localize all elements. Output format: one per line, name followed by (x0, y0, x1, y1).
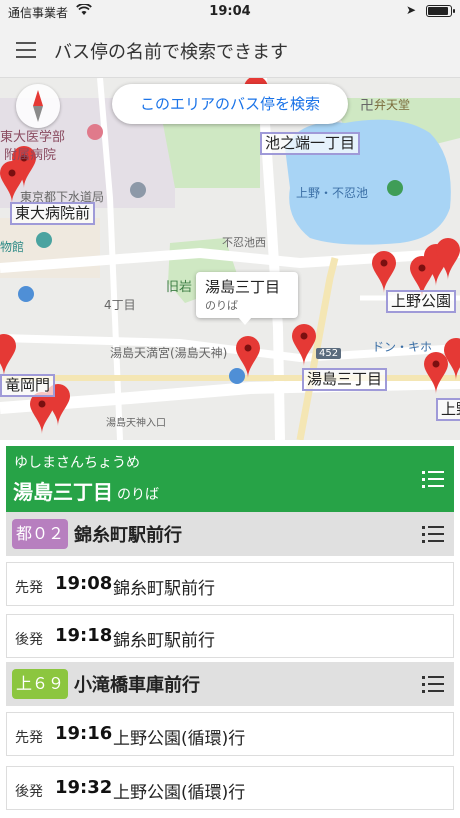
stop-label-ueno[interactable]: 上野 (436, 398, 460, 421)
poi-museum: 物館 (0, 240, 25, 254)
route-header-to02[interactable]: 都０２ 錦糸町駅前行 (6, 512, 454, 556)
stop-label-ikenohata[interactable]: 池之端一丁目 (260, 132, 361, 155)
departure-row[interactable]: 後発 19:32 上野公園(循環)行 (6, 766, 454, 810)
route-badge: 上６９ (12, 669, 68, 699)
departure-time: 19:08 (55, 573, 113, 594)
departure-destination: 錦糸町駅前行 (113, 631, 215, 651)
poi-donki: ドン・キホ (372, 340, 433, 354)
departure-time: 19:16 (55, 723, 113, 744)
departure-destination: 上野公園(循環)行 (113, 783, 246, 803)
stop-header: ゆしまさんちょうめ 湯島三丁目 のりば (6, 446, 454, 512)
stop-name-text: 湯島三丁目 (13, 480, 113, 504)
poi-shinobazu-pond: 上野・不忍池 (296, 186, 369, 200)
departure-time: 19:32 (55, 777, 113, 798)
poi-bentendo: 弁天堂 (374, 98, 411, 112)
stop-name-suffix: のりば (117, 487, 159, 503)
departure-label: 後発 (15, 632, 43, 648)
clock: 19:04 (209, 4, 251, 19)
stop-label-ueno-koen[interactable]: 上野公園 (386, 290, 457, 313)
stop-callout[interactable]: 湯島三丁目 のりば (196, 272, 298, 325)
route-shield-452: 452 (316, 348, 342, 359)
route-badge: 都０２ (12, 519, 68, 549)
map-background: 卍 (0, 78, 460, 440)
departure-label: 後発 (15, 784, 43, 800)
route-header-ue69[interactable]: 上６９ 小滝橋車庫前行 (6, 662, 454, 706)
poi-kyu-iwasaki: 旧岩 (166, 280, 193, 295)
battery-icon (426, 5, 455, 17)
callout-subtitle: のりば (205, 299, 238, 312)
departure-row[interactable]: 先発 19:08 錦糸町駅前行 (6, 562, 454, 606)
poi-shinobazu-west: 不忍池西 (222, 236, 266, 249)
map-view[interactable]: 卍 このエリアのバス停を検索 東大医学部 附属病院 東京都下水道局 物館 上野・… (0, 78, 460, 440)
stop-label-yushima-sanchome[interactable]: 湯島三丁目 (302, 368, 388, 391)
svg-text:卍: 卍 (360, 98, 374, 114)
route-list-icon[interactable] (422, 675, 444, 693)
departure-time: 19:18 (55, 625, 113, 646)
departure-label: 先発 (15, 580, 43, 596)
hamburger-menu-icon[interactable] (14, 40, 38, 60)
stop-label-todai-byoin-mae[interactable]: 東大病院前 (10, 202, 96, 225)
status-bar: 通信事業者 19:04 ➤ (0, 0, 460, 24)
stop-kana: ゆしまさんちょうめ (14, 455, 140, 471)
departure-row[interactable]: 先発 19:16 上野公園(循環)行 (6, 712, 454, 756)
route-destination: 錦糸町駅前行 (74, 525, 182, 546)
location-arrow-icon: ➤ (405, 3, 416, 17)
poi-hospital: 附属病院 (4, 148, 57, 163)
stop-list-icon[interactable] (422, 470, 444, 488)
callout-title: 湯島三丁目 (205, 278, 281, 296)
departure-destination: 錦糸町駅前行 (113, 579, 215, 599)
departure-label: 先発 (15, 730, 43, 746)
route-destination: 小滝橋車庫前行 (74, 675, 200, 696)
poi-university: 東大医学部 (0, 130, 66, 145)
poi-yonchome: 4丁目 (104, 298, 136, 312)
departure-destination: 上野公園(循環)行 (113, 729, 246, 749)
stop-label-tatsuokamon[interactable]: 竜岡門 (0, 374, 56, 397)
search-this-area-button[interactable]: このエリアのバス停を検索 (112, 84, 348, 124)
poi-yushima-tenjin-iriguchi: 湯島天神入口 (106, 418, 166, 429)
compass-icon[interactable] (16, 84, 60, 128)
route-list-icon[interactable] (422, 525, 444, 543)
app-bar: バス停の名前で検索できます (0, 24, 460, 78)
search-prompt-title[interactable]: バス停の名前で検索できます (54, 38, 288, 64)
departure-row[interactable]: 後発 19:18 錦糸町駅前行 (6, 614, 454, 658)
stop-name: 湯島三丁目 のりば (13, 476, 159, 505)
poi-yushima-tenmangu: 湯島天満宮(湯島天神) (110, 346, 228, 360)
